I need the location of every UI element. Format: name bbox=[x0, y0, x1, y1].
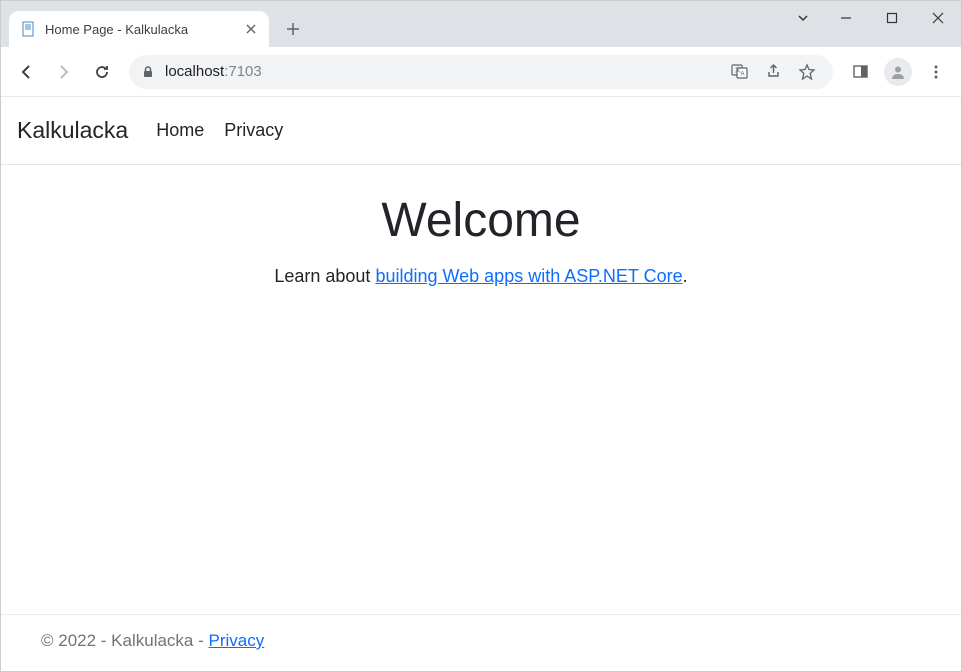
page-favicon-icon bbox=[21, 21, 37, 37]
page-title: Welcome bbox=[381, 193, 580, 248]
site-navbar: Kalkulacka Home Privacy bbox=[1, 97, 961, 165]
tab-search-button[interactable] bbox=[783, 1, 823, 35]
brand-link[interactable]: Kalkulacka bbox=[17, 117, 128, 144]
forward-button[interactable] bbox=[47, 55, 81, 89]
menu-button[interactable] bbox=[919, 55, 953, 89]
address-bar[interactable]: localhost:7103 文A bbox=[129, 55, 833, 89]
close-tab-button[interactable] bbox=[243, 21, 259, 37]
back-button[interactable] bbox=[9, 55, 43, 89]
svg-text:A: A bbox=[740, 72, 744, 78]
tab-title: Home Page - Kalkulacka bbox=[45, 22, 235, 37]
reload-button[interactable] bbox=[85, 55, 119, 89]
browser-toolbar: localhost:7103 文A bbox=[1, 47, 961, 97]
avatar-icon bbox=[884, 58, 912, 86]
minimize-button[interactable] bbox=[823, 1, 869, 35]
bookmark-button[interactable] bbox=[793, 58, 821, 86]
hero-text: Learn about building Web apps with ASP.N… bbox=[274, 266, 687, 287]
maximize-button[interactable] bbox=[869, 1, 915, 35]
close-window-button[interactable] bbox=[915, 1, 961, 35]
url-text: localhost:7103 bbox=[165, 63, 715, 80]
learn-link[interactable]: building Web apps with ASP.NET Core bbox=[375, 266, 682, 286]
browser-titlebar: Home Page - Kalkulacka bbox=[1, 1, 961, 47]
side-panel-button[interactable] bbox=[843, 55, 877, 89]
browser-tab[interactable]: Home Page - Kalkulacka bbox=[9, 11, 269, 47]
page-content: Kalkulacka Home Privacy Welcome Learn ab… bbox=[1, 97, 961, 671]
new-tab-button[interactable] bbox=[279, 15, 307, 43]
site-footer: © 2022 - Kalkulacka - Privacy bbox=[1, 614, 961, 671]
translate-button[interactable]: 文A bbox=[725, 58, 753, 86]
share-button[interactable] bbox=[759, 58, 787, 86]
main-content: Welcome Learn about building Web apps wi… bbox=[1, 165, 961, 614]
window-controls bbox=[783, 1, 961, 35]
footer-privacy-link[interactable]: Privacy bbox=[209, 631, 265, 650]
nav-link-home[interactable]: Home bbox=[156, 120, 204, 141]
profile-button[interactable] bbox=[881, 55, 915, 89]
nav-link-privacy[interactable]: Privacy bbox=[224, 120, 283, 141]
lock-icon bbox=[141, 65, 155, 79]
